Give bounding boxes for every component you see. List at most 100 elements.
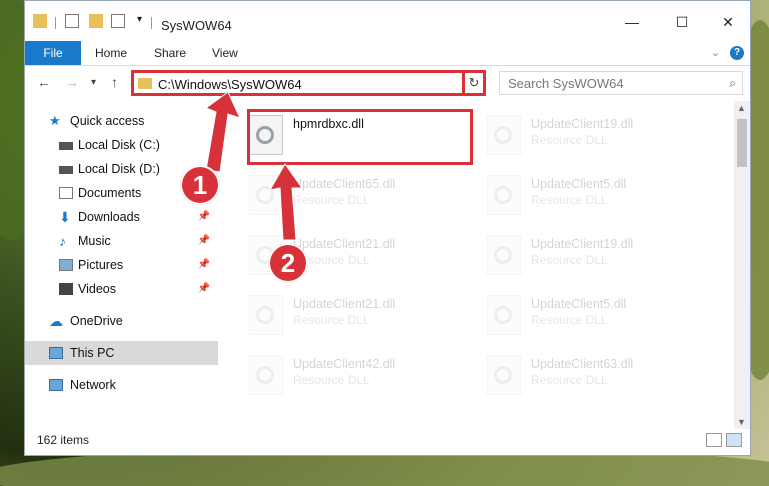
sidebar-item-label: Pictures: [78, 258, 124, 272]
sidebar-item-videos[interactable]: Videos 📌: [25, 277, 218, 301]
folder-icon[interactable]: [33, 14, 47, 28]
videos-icon: [59, 283, 73, 295]
dll-file-icon: [249, 295, 283, 335]
sidebar-item-label: Music: [78, 234, 111, 248]
sidebar-item-network[interactable]: Network: [25, 373, 218, 397]
maximize-button[interactable]: ☐: [662, 11, 702, 33]
computer-icon: [49, 347, 63, 359]
file-item[interactable]: UpdateClient42.dll Resource DLL: [243, 349, 463, 405]
file-name: UpdateClient21.dll: [293, 237, 396, 251]
customize-quick-access-icon[interactable]: [111, 14, 125, 28]
search-icon[interactable]: ⌕: [729, 76, 736, 91]
file-explorer-window: ▾ SysWOW64 — ☐ ✕ File Home Share View ⌄ …: [24, 0, 751, 456]
expand-ribbon-icon[interactable]: ⌄: [711, 46, 720, 59]
documents-icon: [59, 187, 73, 199]
pin-icon[interactable]: 📌: [198, 229, 210, 253]
pin-icon[interactable]: 📌: [198, 205, 210, 229]
pin-icon[interactable]: 📌: [198, 253, 210, 277]
file-type: Resource DLL: [531, 253, 608, 267]
recent-locations-icon[interactable]: ▾: [91, 77, 96, 88]
file-name: UpdateClient65.dll: [293, 177, 396, 191]
dll-file-icon: [249, 355, 283, 395]
navigation-bar: ← → ▾ ↑ C:\Windows\SysWOW64 ⌄ ↻ Search S…: [25, 66, 750, 100]
drive-icon: [59, 166, 73, 174]
file-type: Resource DLL: [531, 313, 608, 327]
callout-1: 1: [180, 165, 220, 205]
gear-icon: [494, 306, 512, 324]
scroll-down-icon[interactable]: ▼: [737, 417, 746, 427]
file-item[interactable]: UpdateClient65.dll Resource DLL: [243, 169, 463, 225]
properties-icon[interactable]: [65, 14, 79, 28]
file-item[interactable]: UpdateClient19.dll Resource DLL: [481, 109, 701, 165]
gear-icon: [494, 186, 512, 204]
scroll-up-icon[interactable]: ▲: [737, 103, 746, 113]
file-item[interactable]: UpdateClient19.dll Resource DLL: [481, 229, 701, 285]
title-bar: ▾ SysWOW64 — ☐ ✕: [25, 1, 750, 41]
navigation-pane: ★ Quick access Local Disk (C:) Local Dis…: [25, 105, 218, 425]
pin-icon[interactable]: 📌: [198, 277, 210, 301]
file-item[interactable]: UpdateClient21.dll Resource DLL: [243, 289, 463, 345]
sidebar-item-label: Network: [70, 378, 116, 392]
file-item[interactable]: UpdateClient5.dll Resource DLL: [481, 169, 701, 225]
cloud-icon: ☁: [49, 313, 63, 329]
tab-home[interactable]: Home: [95, 41, 127, 65]
close-button[interactable]: ✕: [708, 11, 748, 33]
sidebar-item-downloads[interactable]: ⬇ Downloads 📌: [25, 205, 218, 229]
details-view-icon[interactable]: [706, 433, 722, 447]
drive-icon: [59, 142, 73, 150]
dropdown-arrow-icon[interactable]: ▾: [137, 14, 142, 25]
sidebar-item-label: OneDrive: [70, 314, 123, 328]
help-icon[interactable]: ?: [730, 46, 744, 60]
gear-icon: [256, 366, 274, 384]
file-name: UpdateClient42.dll: [293, 357, 396, 371]
sidebar-item-quick-access[interactable]: ★ Quick access: [25, 109, 218, 133]
gear-icon: [494, 366, 512, 384]
gear-icon: [494, 246, 512, 264]
file-item[interactable]: UpdateClient5.dll Resource DLL: [481, 289, 701, 345]
sidebar-item-pictures[interactable]: Pictures 📌: [25, 253, 218, 277]
gear-icon: [256, 306, 274, 324]
back-arrow-icon[interactable]: ←: [37, 74, 51, 90]
refresh-button[interactable]: ↻: [462, 70, 486, 96]
tab-share[interactable]: Share: [154, 41, 186, 65]
scroll-thumb[interactable]: [737, 119, 747, 167]
separator: [55, 17, 56, 29]
file-type: Resource DLL: [531, 133, 608, 147]
file-item[interactable]: UpdateClient63.dll Resource DLL: [481, 349, 701, 405]
sidebar-item-music[interactable]: ♪ Music 📌: [25, 229, 218, 253]
dll-file-icon: [487, 355, 521, 395]
file-highlight-box: [247, 109, 473, 165]
file-name: UpdateClient5.dll: [531, 177, 627, 191]
file-type: Resource DLL: [293, 193, 370, 207]
address-path[interactable]: C:\Windows\SysWOW64: [158, 77, 302, 92]
large-icons-view-icon[interactable]: [726, 433, 742, 447]
dll-file-icon: [487, 175, 521, 215]
new-folder-icon[interactable]: [89, 14, 103, 28]
sidebar-item-onedrive[interactable]: ☁ OneDrive: [25, 309, 218, 333]
search-placeholder: Search SysWOW64: [508, 76, 624, 91]
sidebar-item-label: Videos: [78, 282, 116, 296]
file-type: Resource DLL: [293, 373, 370, 387]
file-type: Resource DLL: [293, 313, 370, 327]
gear-icon: [494, 126, 512, 144]
minimize-button[interactable]: —: [612, 11, 652, 33]
sidebar-item-local-disk-c[interactable]: Local Disk (C:): [25, 133, 218, 157]
sidebar-item-label: Local Disk (C:): [78, 138, 160, 152]
dll-file-icon: [487, 235, 521, 275]
file-name: UpdateClient63.dll: [531, 357, 634, 371]
sidebar-item-this-pc[interactable]: This PC: [25, 341, 218, 365]
sidebar-item-label: Documents: [78, 186, 142, 200]
address-bar[interactable]: C:\Windows\SysWOW64 ⌄: [131, 70, 485, 96]
status-bar: 162 items: [25, 427, 750, 455]
sidebar-item-label: This PC: [70, 346, 115, 360]
vertical-scrollbar[interactable]: ▲ ▼: [734, 101, 750, 429]
tab-file[interactable]: File: [25, 41, 81, 65]
downloads-icon: ⬇: [59, 209, 71, 225]
file-name: UpdateClient5.dll: [531, 297, 627, 311]
music-icon: ♪: [59, 233, 66, 249]
forward-arrow-icon[interactable]: →: [65, 74, 79, 90]
network-icon: [49, 379, 63, 391]
up-arrow-icon[interactable]: ↑: [111, 74, 118, 90]
tab-view[interactable]: View: [212, 41, 238, 65]
search-input[interactable]: Search SysWOW64 ⌕: [499, 71, 743, 95]
